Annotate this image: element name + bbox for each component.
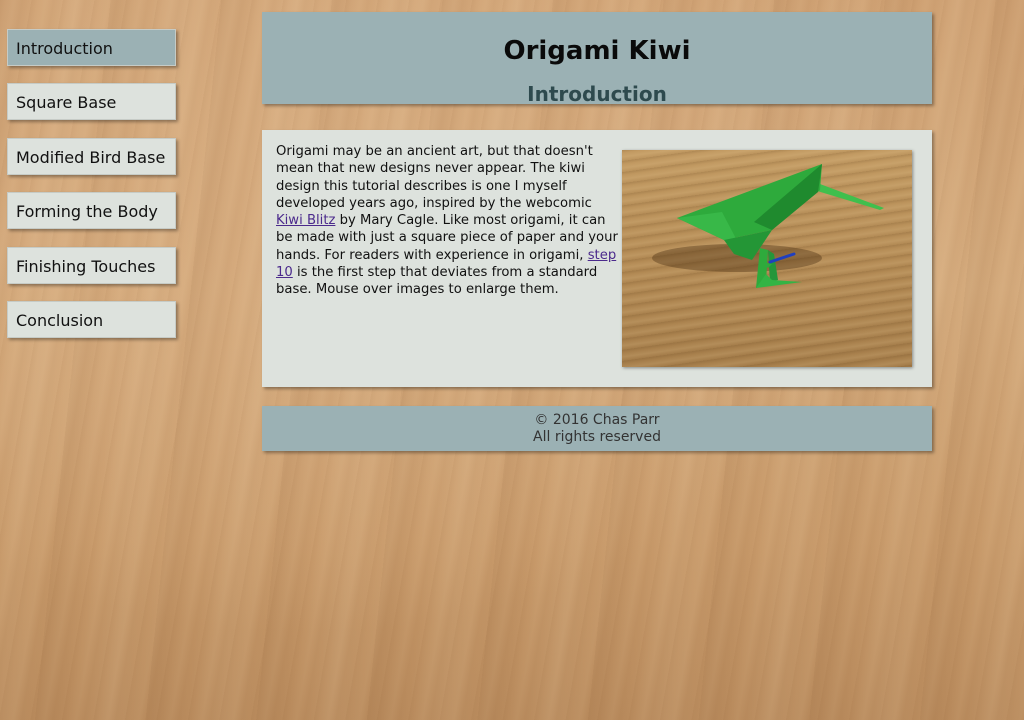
intro-paragraph: Origami may be an ancient art, but that … [276,143,619,299]
nav-item-modified-bird-base[interactable]: Modified Bird Base [7,138,176,175]
intro-text-part-3: is the first step that deviates from a s… [276,265,598,298]
origami-kiwi-illustration [652,164,884,288]
section-title: Introduction [527,82,667,106]
nav-item-square-base[interactable]: Square Base [7,83,176,120]
page-title: Origami Kiwi [503,36,691,66]
nav-item-finishing-touches[interactable]: Finishing Touches [7,247,176,284]
nav-item-forming-the-body[interactable]: Forming the Body [7,192,176,229]
intro-text-part-1: Origami may be an ancient art, but that … [276,144,593,211]
page-header: Origami Kiwi Introduction [262,12,932,106]
nav-item-conclusion[interactable]: Conclusion [7,301,176,338]
page-footer: © 2016 Chas Parr All rights reserved [262,406,932,451]
origami-kiwi-photo[interactable] [622,150,912,367]
kiwi-blitz-link[interactable]: Kiwi Blitz [276,213,335,228]
rights-text: All rights reserved [533,429,661,445]
content-panel: Origami may be an ancient art, but that … [262,130,932,387]
copyright-text: © 2016 Chas Parr [534,412,660,428]
nav-item-introduction[interactable]: Introduction [7,29,176,66]
